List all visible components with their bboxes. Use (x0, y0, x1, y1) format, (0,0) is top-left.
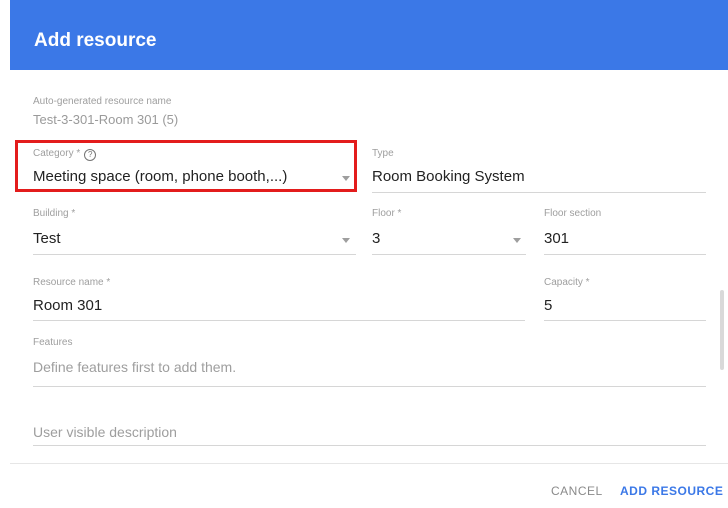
floor-select[interactable]: 3 (372, 230, 380, 247)
chevron-down-icon[interactable] (513, 238, 521, 243)
features-field[interactable]: Define features first to add them. (33, 359, 236, 375)
auto-name-label: Auto-generated resource name (33, 96, 172, 107)
add-resource-button[interactable]: ADD RESOURCE (620, 484, 723, 498)
type-label: Type (372, 148, 394, 159)
floor-underline (372, 254, 526, 255)
floor-section-field[interactable]: 301 (544, 230, 569, 247)
capacity-underline (544, 320, 706, 321)
floor-label: Floor * (372, 208, 402, 219)
footer-divider (10, 463, 728, 464)
capacity-field[interactable]: 5 (544, 297, 552, 314)
capacity-label: Capacity * (544, 277, 590, 288)
features-label: Features (33, 337, 73, 348)
cancel-button[interactable]: CANCEL (551, 484, 603, 498)
type-field[interactable]: Room Booking System (372, 168, 525, 185)
resource-name-field[interactable]: Room 301 (33, 297, 102, 314)
scrollbar[interactable] (720, 290, 724, 370)
category-highlight-box (15, 140, 357, 192)
building-label: Building * (33, 208, 76, 219)
building-select[interactable]: Test (33, 230, 61, 247)
add-resource-dialog: Add resource Auto-generated resource nam… (0, 0, 728, 508)
auto-name-value: Test-3-301-Room 301 (5) (33, 112, 179, 127)
features-underline (33, 386, 706, 387)
dialog-header: Add resource (10, 0, 728, 70)
description-underline (33, 445, 706, 446)
building-underline (33, 254, 356, 255)
type-underline (372, 192, 706, 193)
chevron-down-icon[interactable] (342, 238, 350, 243)
dialog-title: Add resource (34, 30, 157, 51)
resource-name-underline (33, 320, 525, 321)
floor-section-label: Floor section (544, 208, 602, 219)
floor-section-underline (544, 254, 706, 255)
description-field[interactable]: User visible description (33, 424, 177, 440)
resource-name-label: Resource name * (33, 277, 111, 288)
